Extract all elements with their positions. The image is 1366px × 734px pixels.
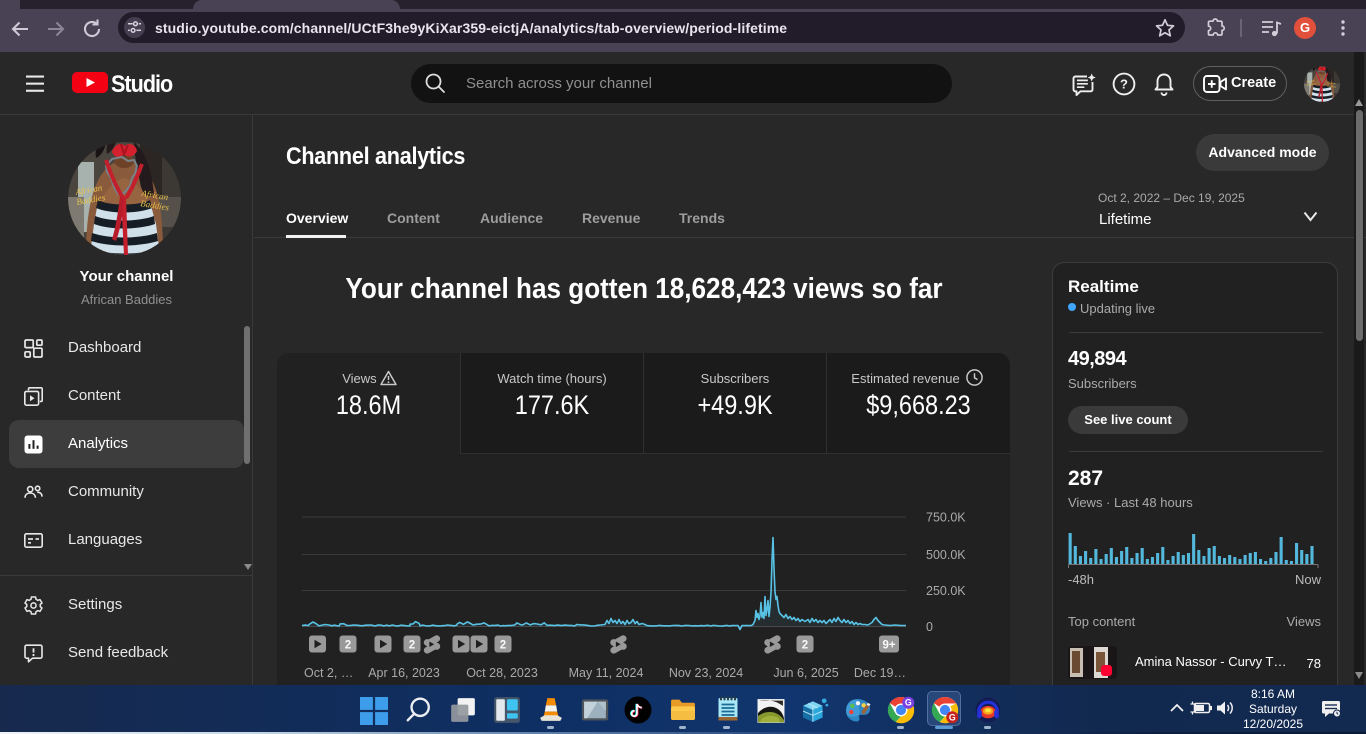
svg-text:Jun 6, 2025: Jun 6, 2025 <box>773 666 838 680</box>
svg-text:Oct 2, …: Oct 2, … <box>304 666 353 680</box>
svg-text:2: 2 <box>500 640 506 652</box>
svg-text:0: 0 <box>926 620 933 634</box>
svg-text:2: 2 <box>345 640 351 652</box>
svg-text:500.0K: 500.0K <box>926 548 966 562</box>
svg-text:2: 2 <box>802 640 808 652</box>
svg-text:Apr 16, 2023: Apr 16, 2023 <box>368 666 440 680</box>
svg-text:?: ? <box>1120 77 1128 92</box>
svg-text:Oct 28, 2023: Oct 28, 2023 <box>466 666 538 680</box>
svg-text:250.0K: 250.0K <box>926 584 966 598</box>
svg-text:May 11, 2024: May 11, 2024 <box>569 666 644 680</box>
svg-text:Nov 23, 2024: Nov 23, 2024 <box>669 666 743 680</box>
svg-text:9+: 9+ <box>882 640 895 652</box>
svg-text:G: G <box>905 698 912 708</box>
svg-text:G: G <box>949 712 956 722</box>
svg-text:750.0K: 750.0K <box>926 511 966 525</box>
svg-text:2: 2 <box>409 640 415 652</box>
svg-text:Dec 19…: Dec 19… <box>854 666 906 680</box>
